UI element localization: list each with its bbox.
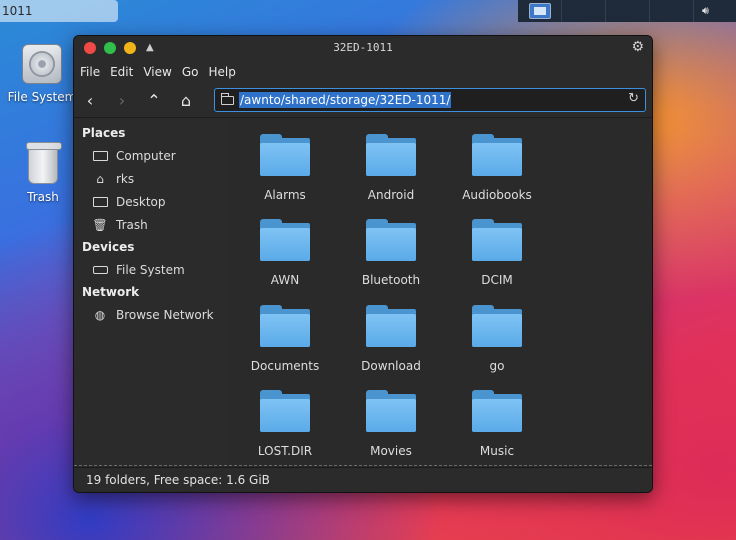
folder-item[interactable]: Download	[338, 305, 444, 373]
workspace-3[interactable]	[606, 0, 650, 22]
folder-item[interactable]: AWN	[232, 219, 338, 287]
computer-icon	[92, 148, 108, 164]
folder-item[interactable]: Movies	[338, 390, 444, 458]
home-icon: ⌂	[180, 91, 192, 110]
trash-can-icon	[26, 142, 62, 184]
menu-bar: File Edit View Go Help	[74, 60, 652, 84]
folder-icon	[260, 219, 310, 261]
folder-icon	[472, 134, 522, 176]
sidebar-item-label: Browse Network	[116, 307, 214, 322]
sidebar-item-label: rks	[116, 171, 135, 186]
title-bar[interactable]: ▲ 32ED-1011 ⚙	[74, 36, 652, 60]
folder-item[interactable]: Documents	[232, 305, 338, 373]
folder-item[interactable]: Music	[444, 390, 550, 458]
folder-label: Movies	[370, 444, 412, 458]
sidebar-item-label: File System	[116, 262, 185, 277]
desktop-icon	[92, 194, 108, 210]
folder-label: Bluetooth	[361, 273, 421, 287]
folder-icon	[366, 390, 416, 432]
folder-item[interactable]: go	[444, 305, 550, 373]
desktop-icon-label: File System	[7, 90, 77, 104]
folder-icon	[260, 134, 310, 176]
workspace-switcher[interactable]	[518, 0, 562, 22]
folder-icon	[366, 134, 416, 176]
sidebar-section-places: Places	[82, 126, 126, 140]
workspace-2[interactable]	[562, 0, 606, 22]
hard-drive-icon	[22, 44, 62, 84]
network-icon: ◍	[94, 307, 106, 322]
reload-icon[interactable]: ↻	[628, 91, 639, 106]
menu-help[interactable]: Help	[208, 65, 235, 79]
sidebar-item-label: Trash	[116, 217, 148, 232]
folder-label: Android	[367, 188, 415, 202]
folder-label: Documents	[250, 359, 320, 373]
menu-file[interactable]: File	[80, 65, 100, 79]
workspace-4[interactable]	[650, 0, 694, 22]
sidebar-section-network: Network	[82, 285, 140, 299]
gear-icon[interactable]: ⚙	[631, 39, 644, 55]
folder-label: Audiobooks	[462, 188, 532, 202]
sidebar-item-trash[interactable]: 🗑︎ Trash	[74, 213, 230, 236]
taskbar-window-entry[interactable]: 1011	[0, 0, 118, 22]
file-manager-window: ▲ 32ED-1011 ⚙ File Edit View Go Help ‹ ›…	[73, 35, 653, 493]
sidebar-item-home[interactable]: ⌂ rks	[74, 167, 230, 190]
chevron-right-icon: ›	[118, 91, 126, 110]
divider	[74, 465, 652, 466]
sidebar-item-desktop[interactable]: Desktop	[74, 190, 230, 213]
folder-label: Download	[361, 359, 421, 373]
folder-icon	[220, 92, 234, 105]
folder-item[interactable]: DCIM	[444, 219, 550, 287]
folder-icon	[260, 390, 310, 432]
folder-icon	[260, 305, 310, 347]
status-bar: 19 folders, Free space: 1.6 GiB	[74, 467, 652, 492]
back-button[interactable]: ‹	[74, 87, 106, 115]
sidebar-item-computer[interactable]: Computer	[74, 144, 230, 167]
window-title: 32ED-1011	[333, 41, 393, 54]
folder-icon	[472, 219, 522, 261]
window-icon	[528, 3, 551, 19]
folder-label: Alarms	[264, 188, 306, 202]
folder-item[interactable]: Android	[338, 134, 444, 202]
system-tray: 🔊︎	[518, 0, 736, 22]
folder-icon	[366, 219, 416, 261]
sidebar-item-browse-network[interactable]: ◍ Browse Network	[74, 303, 230, 326]
folder-item[interactable]: LOST.DIR	[232, 390, 338, 458]
chevron-left-icon: ‹	[86, 91, 94, 110]
home-icon: ⌂	[96, 171, 104, 186]
menu-view[interactable]: View	[143, 65, 171, 79]
sidebar-section-devices: Devices	[82, 240, 135, 254]
folder-label: Music	[479, 444, 515, 458]
desktop-icon-file-system[interactable]: File System	[0, 44, 84, 104]
sidebar-item-label: Desktop	[116, 194, 166, 209]
location-input[interactable]: /awnto/shared/storage/32ED-1011/	[239, 92, 452, 108]
chevron-up-icon: ⌃	[147, 91, 161, 110]
toolbar: ‹ › ⌃ ⌂ /awnto/shared/storage/32ED-1011/…	[74, 84, 652, 118]
folder-label: DCIM	[481, 273, 513, 287]
sidebar-item-label: Computer	[116, 148, 176, 163]
folder-label: LOST.DIR	[257, 444, 313, 458]
folder-item[interactable]: Bluetooth	[338, 219, 444, 287]
folder-icon	[472, 390, 522, 432]
folder-icon	[472, 305, 522, 347]
menu-go[interactable]: Go	[182, 65, 199, 79]
menu-edit[interactable]: Edit	[110, 65, 133, 79]
home-button[interactable]: ⌂	[170, 87, 202, 115]
folder-item[interactable]: Audiobooks	[444, 134, 550, 202]
trash-icon: 🗑︎	[92, 217, 108, 232]
folder-icon	[366, 305, 416, 347]
volume-icon[interactable]: 🔊︎	[702, 4, 709, 18]
sidebar: Places Computer ⌂ rks Desktop 🗑︎ Trash D…	[74, 118, 230, 492]
up-button[interactable]: ⌃	[138, 87, 170, 115]
folder-label: AWN	[270, 273, 300, 287]
file-view[interactable]: Alarms Android Audiobooks AWN Bluetooth	[230, 118, 652, 492]
folder-item[interactable]: Alarms	[232, 134, 338, 202]
folder-label: go	[489, 359, 505, 373]
forward-button[interactable]: ›	[106, 87, 138, 115]
location-bar[interactable]: /awnto/shared/storage/32ED-1011/ ↻	[214, 88, 646, 112]
drive-icon	[92, 262, 108, 278]
sidebar-item-file-system[interactable]: File System	[74, 258, 230, 281]
